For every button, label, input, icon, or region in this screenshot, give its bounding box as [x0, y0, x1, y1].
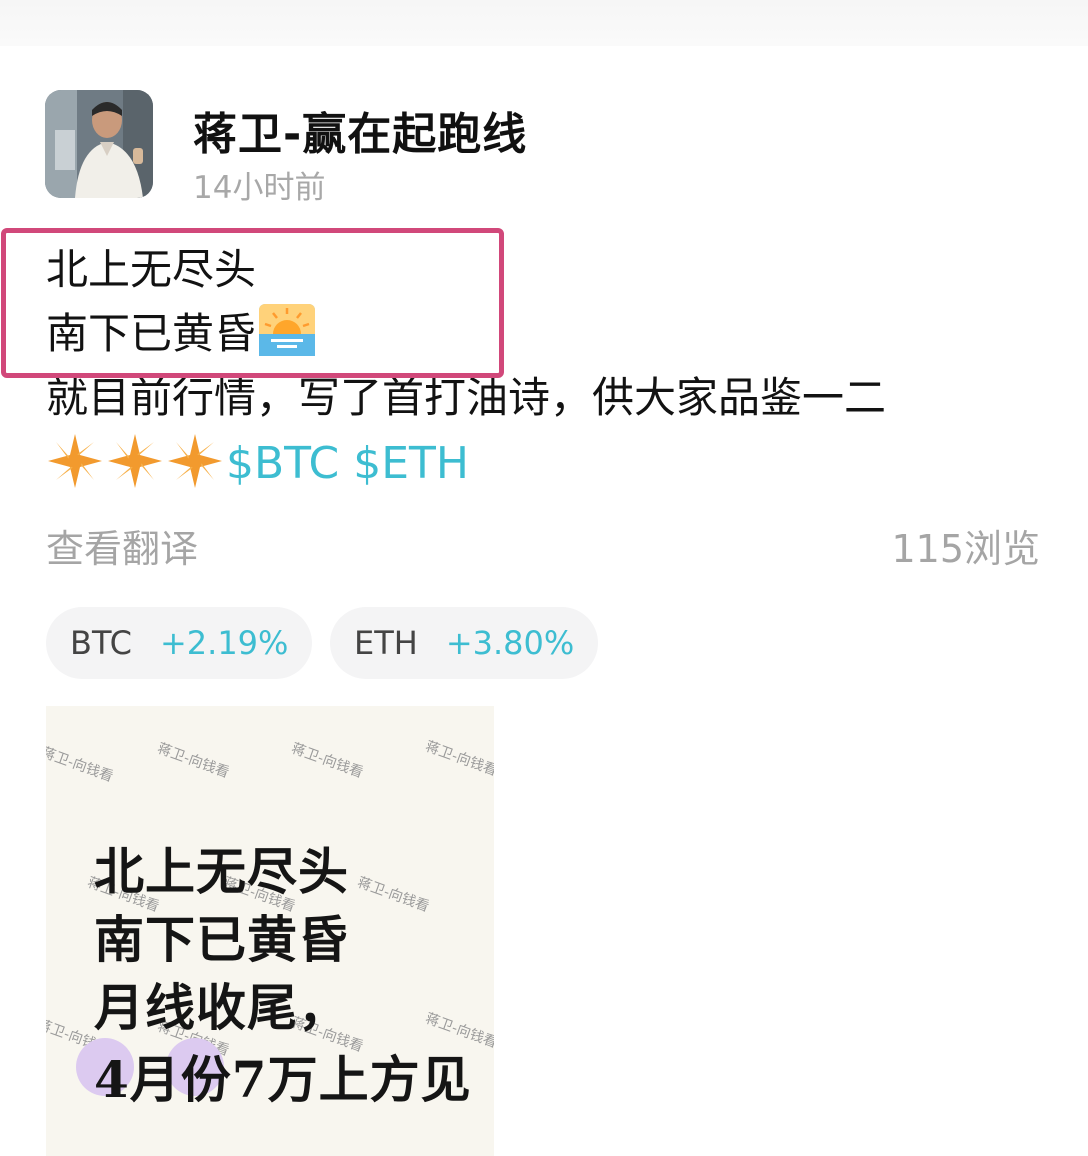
ticker-link-btc[interactable]: $BTC	[226, 438, 339, 489]
coin-change: +2.19%	[159, 624, 289, 662]
post-image[interactable]: 蒋卫-向钱看 蒋卫-向钱看 蒋卫-向钱看 蒋卫-向钱看 蒋卫-向钱看 蒋卫-向钱…	[46, 706, 494, 1156]
coin-symbol: ETH	[354, 624, 418, 662]
author-avatar[interactable]	[45, 90, 153, 198]
coin-symbol: BTC	[70, 624, 132, 662]
coin-chip-eth[interactable]: ETH +3.80%	[330, 607, 599, 679]
watermark-text: 蒋卫-向钱看	[155, 740, 232, 782]
poster-line-2: 南下已黄昏	[94, 910, 349, 969]
post-timestamp: 14小时前	[193, 170, 326, 206]
watermark-text: 蒋卫-向钱看	[423, 738, 494, 780]
poster-line-4: 4月份7万上方见	[94, 1050, 472, 1109]
ticker-line: $BTC $ETH	[46, 432, 1056, 498]
watermark-text: 蒋卫-向钱看	[355, 874, 432, 916]
poster-line-1: 北上无尽头	[94, 842, 349, 901]
translate-link[interactable]: 查看翻译	[46, 518, 198, 573]
poster-line-3: 月线收尾，	[94, 978, 349, 1037]
star-emoji-icon	[48, 434, 102, 488]
highlight-annotation-box	[1, 228, 504, 378]
author-name[interactable]: 蒋卫-赢在起跑线	[193, 98, 527, 162]
ticker-link-eth[interactable]: $ETH	[353, 438, 469, 489]
coin-chip-btc[interactable]: BTC +2.19%	[46, 607, 313, 679]
top-strip	[0, 0, 1088, 46]
star-emoji-icon	[168, 434, 222, 488]
coin-change: +3.80%	[445, 624, 575, 662]
views-count: 115浏览	[891, 527, 1040, 571]
watermark-text: 蒋卫-向钱看	[289, 740, 366, 782]
watermark-text: 蒋卫-向钱看	[46, 744, 116, 786]
star-emoji-icon	[108, 434, 162, 488]
